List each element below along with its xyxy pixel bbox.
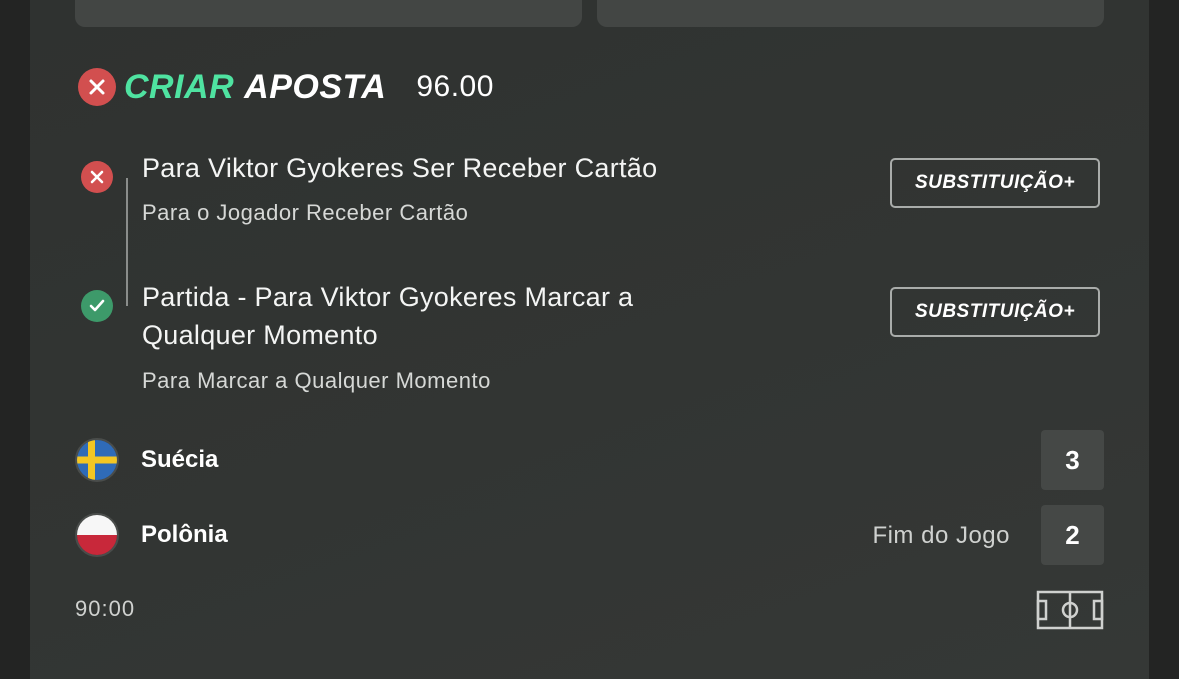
bet-title-accent: CRIAR xyxy=(124,67,235,106)
bet-header: CRIAR APOSTA 96.00 xyxy=(78,66,494,108)
poland-flag-icon xyxy=(75,513,119,557)
leg-title-line-2: Qualquer Momento xyxy=(142,320,378,350)
leg-subtitle: Para Marcar a Qualquer Momento xyxy=(142,368,491,393)
bet-title-main: APOSTA xyxy=(244,67,387,106)
team-row-away: Polônia xyxy=(75,512,228,558)
bet-lost-icon xyxy=(78,68,116,106)
leg-won-icon xyxy=(81,290,113,322)
team-row-home: Suécia xyxy=(75,437,218,483)
team-name-home: Suécia xyxy=(141,446,219,473)
leg-lost-icon xyxy=(81,161,113,193)
leg-subtitle: Para o Jogador Receber Cartão xyxy=(142,200,469,225)
bet-screen: CRIAR APOSTA 96.00 Para Viktor Gyokeres S… xyxy=(0,0,1179,679)
pitch-icon[interactable] xyxy=(1036,590,1104,635)
timeline-connector xyxy=(126,178,128,306)
bet-odds: 96.00 xyxy=(416,70,494,103)
leg-title: Partida - Para Viktor Gyokeres Marcar a … xyxy=(142,278,633,354)
substitution-button[interactable]: SUBSTITUIÇÃO+ xyxy=(890,158,1100,208)
top-tile-right[interactable] xyxy=(597,0,1104,27)
team-name-away: Polônia xyxy=(141,521,228,548)
bet-title: CRIAR APOSTA xyxy=(124,68,386,107)
score-away: 2 xyxy=(1041,505,1104,565)
match-status: Fim do Jogo xyxy=(872,522,1010,549)
top-tile-left[interactable] xyxy=(75,0,582,27)
leg-title-line-1: Partida - Para Viktor Gyokeres Marcar a xyxy=(142,282,634,312)
bet-builder-card: CRIAR APOSTA 96.00 Para Viktor Gyokeres S… xyxy=(30,0,1149,679)
match-clock: 90:00 xyxy=(75,596,136,621)
substitution-button[interactable]: SUBSTITUIÇÃO+ xyxy=(890,287,1100,337)
sweden-flag-icon xyxy=(75,438,119,482)
score-home: 3 xyxy=(1041,430,1104,490)
leg-title: Para Viktor Gyokeres Ser Receber Cartão xyxy=(142,153,658,183)
